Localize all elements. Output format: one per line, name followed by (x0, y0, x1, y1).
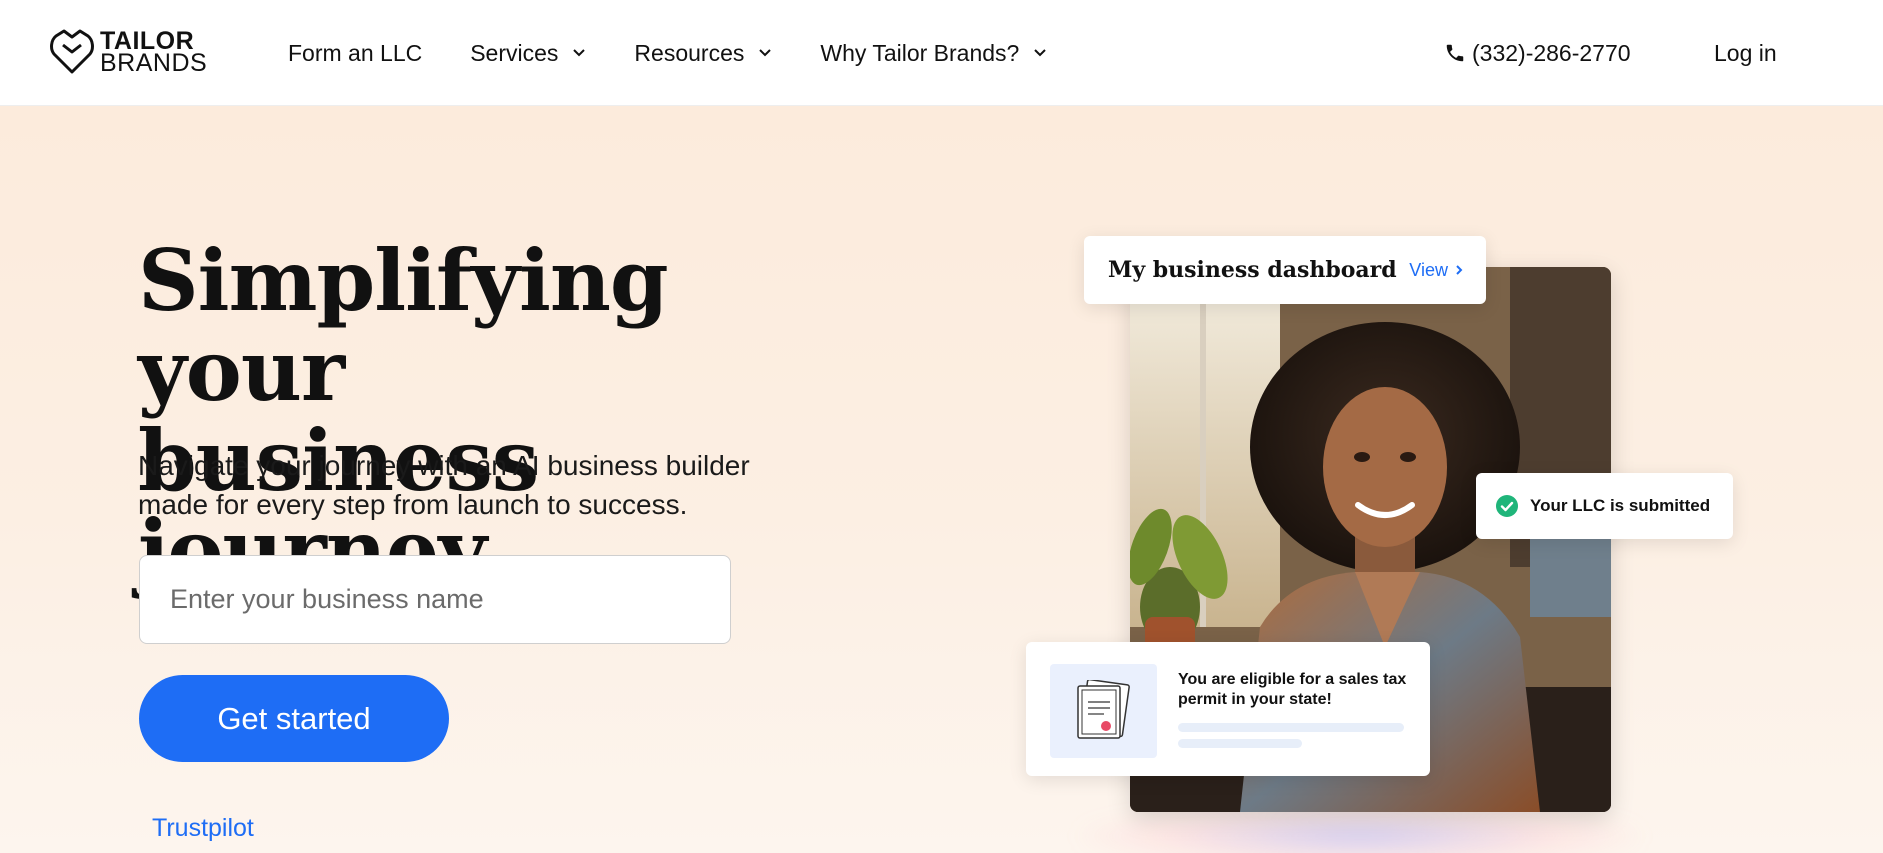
site-header: TAILOR BRANDS Form an LLC Services Resou… (0, 0, 1883, 106)
llc-status-text: Your LLC is submitted (1530, 496, 1711, 515)
nav-form-llc-label: Form an LLC (288, 39, 423, 66)
phone-number: (332)-286-2770 (1472, 39, 1631, 66)
view-label: View (1409, 259, 1448, 280)
headline-line1: Simplifying your (138, 231, 669, 420)
photo-glow (1080, 806, 1640, 853)
nav-form-llc[interactable]: Form an LLC (288, 40, 422, 67)
nav-resources[interactable]: Resources (634, 40, 772, 67)
get-started-button[interactable]: Get started (139, 675, 449, 762)
hero-section: Simplifying your business journey Naviga… (0, 106, 1883, 853)
placeholder-bar (1178, 723, 1404, 732)
logo-text-line2: BRANDS (100, 49, 208, 77)
business-name-input[interactable] (139, 555, 731, 644)
nav-why-label: Why Tailor Brands? (820, 39, 1020, 66)
chevron-down-icon (759, 49, 772, 57)
dashboard-view-link[interactable]: View (1409, 236, 1464, 304)
llc-status-card: Your LLC is submitted (1476, 473, 1733, 539)
nav-resources-label: Resources (634, 39, 745, 66)
main-nav: Form an LLC Services Resources Why Tailo… (288, 0, 1095, 106)
logo[interactable]: TAILOR BRANDS (50, 28, 207, 76)
placeholder-bar (1178, 739, 1302, 748)
phone-icon (1446, 44, 1464, 62)
nav-services-label: Services (470, 39, 559, 66)
certificate-icon (1077, 680, 1130, 739)
hero-subtext: Navigate your journey with an AI busines… (138, 446, 838, 524)
hero-headline: Simplifying your business journey (138, 236, 898, 596)
chevron-right-icon (1456, 265, 1463, 275)
nav-why-tailor-brands[interactable]: Why Tailor Brands? (820, 40, 1047, 67)
tax-permit-text: You are eligible for a sales tax permit … (1178, 671, 1407, 708)
nav-services[interactable]: Services (470, 40, 586, 67)
chevron-down-icon (573, 49, 586, 57)
check-circle-icon (1496, 495, 1518, 517)
phone-link[interactable]: (332)-286-2770 (1444, 0, 1631, 106)
dashboard-card-title: My business dashboard (1108, 257, 1397, 283)
login-link[interactable]: Log in (1714, 0, 1777, 106)
heart-shield-icon (50, 29, 94, 74)
tax-permit-card: You are eligible for a sales tax permit … (1026, 642, 1430, 776)
trustpilot-widget[interactable]: Trustpilot (152, 814, 254, 843)
dashboard-card: My business dashboard View (1084, 236, 1486, 304)
certificate-icon-box (1050, 664, 1157, 758)
chevron-down-icon (1034, 49, 1047, 57)
subtext-line1: Navigate your journey with an AI busines… (138, 450, 750, 481)
subtext-line2: made for every step from launch to succe… (138, 489, 688, 520)
